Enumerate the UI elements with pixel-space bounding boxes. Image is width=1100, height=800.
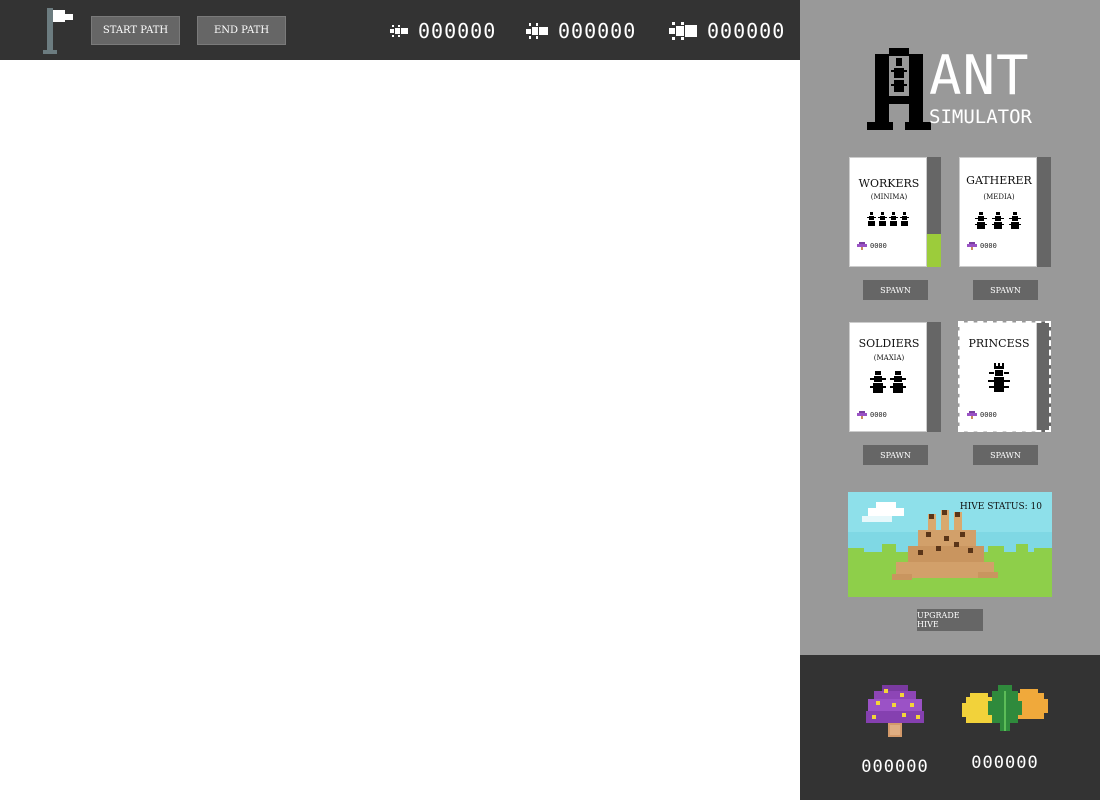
game-canvas[interactable]	[0, 60, 800, 800]
top-toolbar: START PATH END PATH 000000 000000 000000	[0, 0, 800, 60]
logo-subtitle: SIMULATOR	[929, 106, 1032, 128]
workers-progress-bar	[927, 157, 941, 267]
workers-card-body: WORKERS (MINIMA) 0000	[849, 157, 927, 267]
princess-card-body: PRINCESS 0000	[959, 322, 1037, 432]
logo-title: ANT	[929, 44, 1030, 107]
leaves-resource: 000000	[955, 685, 1055, 773]
gatherer-ants-icon	[960, 212, 1038, 229]
gatherer-ant-icon	[526, 23, 548, 39]
princess-ant-icon	[960, 363, 1038, 393]
soldiers-progress-bar	[927, 322, 941, 432]
soldier-count-value: 000000	[707, 19, 786, 43]
gatherer-cost: 0000	[967, 242, 997, 250]
gatherer-name: GATHERER	[966, 174, 1032, 187]
gatherer-progress-bar	[1037, 157, 1051, 267]
workers-progress-fill	[927, 234, 941, 267]
gatherer-cost-value: 0000	[980, 242, 997, 250]
mushroom-icon	[866, 685, 924, 737]
workers-card[interactable]: WORKERS (MINIMA) 0000	[849, 157, 941, 267]
worker-count-value: 000000	[418, 19, 497, 43]
worker-count: 000000	[390, 18, 496, 44]
resource-panel: 000000 000000	[800, 655, 1100, 800]
upgrade-hive-button[interactable]: UPGRADE HIVE	[917, 609, 983, 631]
hive-panel: HIVE STATUS: 10	[848, 492, 1052, 597]
worker-ant-icon	[390, 25, 408, 37]
soldiers-cost: 0000	[857, 411, 887, 419]
mushroom-cost-icon	[857, 411, 867, 419]
gatherer-count-value: 000000	[558, 19, 637, 43]
leaves-value: 000000	[971, 753, 1039, 773]
soldiers-card-body: SOLDIERS (MAXIA) 0000	[849, 322, 927, 432]
workers-spawn-button[interactable]: SPAWN	[863, 280, 928, 300]
soldiers-name: SOLDIERS	[858, 337, 920, 350]
workers-cost: 0000	[857, 242, 887, 250]
gatherer-spawn-button[interactable]: SPAWN	[973, 280, 1038, 300]
mushroom-resource: 000000	[845, 685, 945, 777]
soldiers-card[interactable]: SOLDIERS (MAXIA) 0000	[849, 322, 941, 432]
princess-card[interactable]: PRINCESS 0000	[958, 321, 1051, 432]
princess-name: PRINCESS	[968, 337, 1030, 350]
workers-cost-value: 0000	[870, 242, 887, 250]
workers-name: WORKERS	[858, 177, 920, 190]
game-logo: A ANT SIMULATOR	[867, 48, 1037, 134]
leaves-icon	[962, 685, 1048, 731]
start-path-button[interactable]: START PATH	[91, 16, 180, 45]
gatherer-card[interactable]: GATHERER (MEDIA) 0000	[959, 157, 1051, 267]
mushroom-cost-icon	[967, 242, 977, 250]
soldiers-subtitle: (MAXIA)	[873, 354, 905, 362]
gatherer-count: 000000	[526, 18, 636, 44]
workers-ants-icon	[850, 212, 928, 226]
soldiers-spawn-button[interactable]: SPAWN	[863, 445, 928, 465]
end-path-button[interactable]: END PATH	[197, 16, 286, 45]
logo-letter-a	[867, 48, 931, 130]
workers-subtitle: (MINIMA)	[870, 193, 908, 201]
mushroom-cost-icon	[857, 242, 867, 250]
gatherer-card-body: GATHERER (MEDIA) 0000	[959, 157, 1037, 267]
flag-icon[interactable]	[40, 6, 76, 56]
gatherer-subtitle: (MEDIA)	[983, 193, 1015, 201]
princess-progress-bar	[1037, 322, 1051, 432]
sidebar: A ANT SIMULATOR WORKERS (MINIMA) 0000	[800, 0, 1100, 655]
soldier-count: 000000	[669, 18, 785, 44]
mushroom-value: 000000	[861, 757, 929, 777]
mushroom-cost-icon	[967, 411, 977, 419]
soldiers-ants-icon	[850, 371, 928, 393]
soldiers-cost-value: 0000	[870, 411, 887, 419]
princess-cost-value: 0000	[980, 411, 997, 419]
soldier-ant-icon	[669, 22, 697, 40]
hive-status: HIVE STATUS: 10	[959, 502, 1042, 512]
princess-spawn-button[interactable]: SPAWN	[973, 445, 1038, 465]
princess-cost: 0000	[967, 411, 997, 419]
